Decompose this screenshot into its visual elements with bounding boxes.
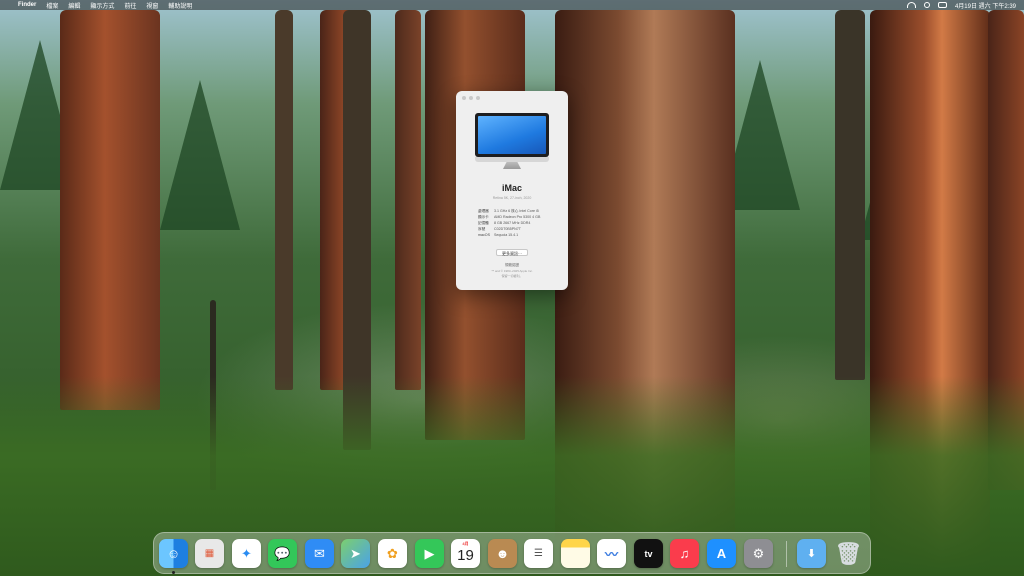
background-pine	[160, 80, 240, 230]
calendar-day: 19	[457, 547, 474, 564]
calendar-icon[interactable]: 4月 19	[451, 539, 480, 568]
launchpad-icon[interactable]: ▦	[195, 539, 224, 568]
dock-separator	[786, 541, 787, 567]
window-controls	[462, 96, 480, 100]
spec-label: macOS	[478, 233, 490, 237]
menu-view[interactable]: 顯示方式	[90, 1, 114, 10]
mail-icon[interactable]: ✉	[305, 539, 334, 568]
system-settings-icon[interactable]: ⚙	[744, 539, 773, 568]
safari-icon[interactable]: ✦	[232, 539, 261, 568]
app-store-icon[interactable]: A	[707, 539, 736, 568]
freeform-icon[interactable]: 〰	[597, 539, 626, 568]
menu-file[interactable]: 檔案	[46, 1, 58, 10]
close-button[interactable]	[462, 96, 466, 100]
menu-help[interactable]: 輔助說明	[168, 1, 192, 10]
spec-row: macOS Sequoia 15.4.1	[478, 232, 558, 238]
running-indicator	[172, 571, 175, 574]
notes-icon[interactable]	[561, 539, 590, 568]
photos-icon[interactable]: ✿	[378, 539, 407, 568]
spec-value: Sequoia 15.4.1	[494, 233, 519, 237]
contacts-icon[interactable]: ☻	[488, 539, 517, 568]
model-subtitle: Retina 5K, 27-inch, 2020	[492, 196, 532, 200]
menu-bar-clock[interactable]: 4月19日 週六 下午2:39	[955, 1, 1016, 10]
menu-go[interactable]: 前往	[124, 1, 136, 10]
spotlight-search-icon[interactable]	[923, 2, 930, 8]
control-center-icon[interactable]	[937, 2, 947, 8]
tree-trunk	[395, 10, 421, 390]
regulatory-certification-link[interactable]: 規範認證	[456, 263, 568, 268]
wifi-icon[interactable]	[906, 2, 916, 8]
about-this-mac-window: iMac Retina 5K, 27-inch, 2020 處理器 3.1 GH…	[456, 91, 568, 290]
messages-icon[interactable]: 💬	[268, 539, 297, 568]
rights-reserved-line: 保留一切權利。	[501, 274, 523, 278]
sequoia-trunk	[60, 10, 160, 410]
maps-icon[interactable]: ➤	[341, 539, 370, 568]
zoom-button[interactable]	[476, 96, 480, 100]
facetime-icon[interactable]: ▶	[415, 539, 444, 568]
minimize-button[interactable]	[469, 96, 473, 100]
music-icon[interactable]: ♫	[670, 539, 699, 568]
downloads-folder-icon[interactable]: ⬇	[797, 539, 826, 568]
more-info-button[interactable]: 更多資訊⋯	[496, 249, 528, 256]
menu-app-name[interactable]: Finder	[18, 2, 36, 8]
tv-icon[interactable]: tv	[634, 539, 663, 568]
model-name: iMac	[501, 183, 522, 193]
menu-window[interactable]: 視窗	[146, 1, 158, 10]
reminders-icon[interactable]: ☰	[524, 539, 553, 568]
menu-edit[interactable]: 編輯	[68, 1, 80, 10]
dock: ☺ ▦ ✦ 💬 ✉ ➤ ✿ ▶ 4月 19 ☻ ☰ 〰 tv ♫ A ⚙ ⬇ 🗑	[153, 532, 871, 574]
tree-trunk	[275, 10, 293, 390]
copyright-notice: ™ and © 1983–2025 Apple Inc. 保留一切權利。	[456, 269, 568, 279]
trash-icon[interactable]: 🗑	[834, 539, 863, 568]
finder-icon[interactable]: ☺	[159, 539, 188, 568]
imac-illustration-icon	[475, 113, 549, 169]
spec-list: 處理器 3.1 GHz 6 核心 Intel Core i5 顯示卡 AMD R…	[478, 208, 558, 238]
tree-trunk	[835, 10, 865, 380]
menu-bar: Finder 檔案 編輯 顯示方式 前往 視窗 輔助說明 4月19日 週六 下午…	[0, 0, 1024, 10]
tv-label: tv	[644, 548, 653, 559]
